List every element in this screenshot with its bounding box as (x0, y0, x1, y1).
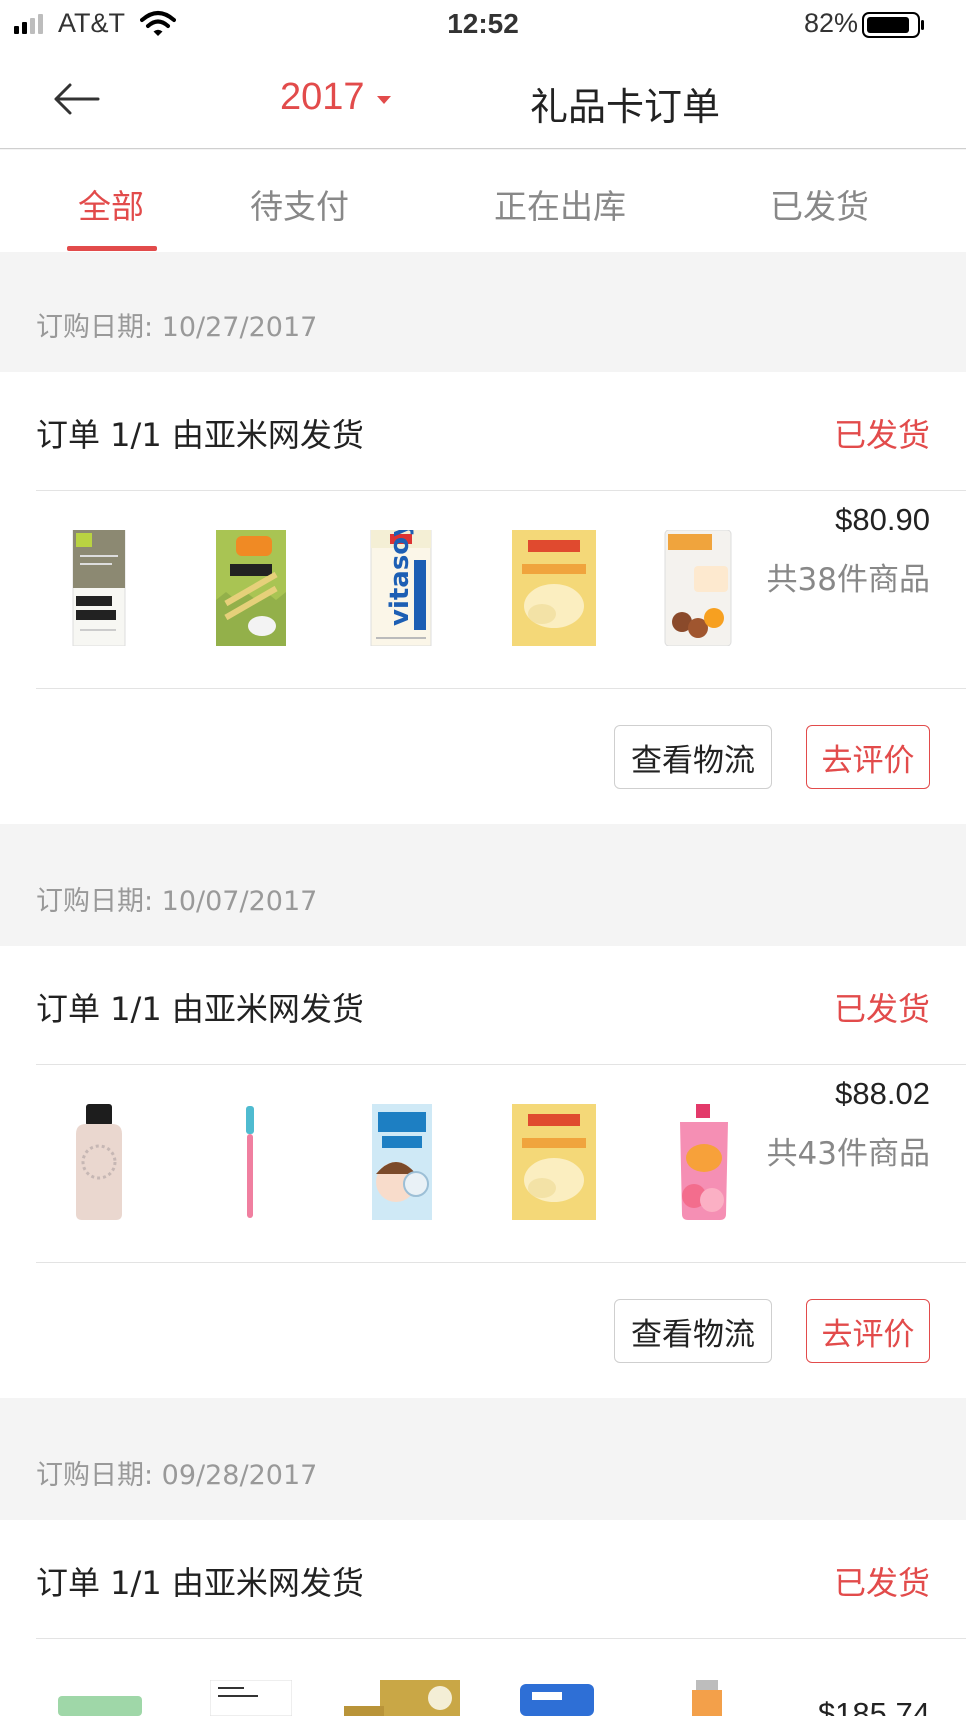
battery-percentage: 82% (803, 8, 858, 38)
order-date-row: 订购日期: 09/28/2017 (0, 1400, 966, 1520)
blue-box-thumbnail[interactable] (520, 1680, 594, 1716)
order-date: 订购日期: 09/28/2017 (36, 1460, 318, 1491)
tab-outbound[interactable]: 正在出库 (494, 180, 626, 228)
status-bar: AT&T 12:52 82% (0, 0, 966, 50)
order-card[interactable]: 订单 1/1 由亚米网发货 已发货 $88.02 共43件商品 查看物流 去评价 (0, 946, 966, 1398)
tab-bar: 全部 待支付 正在出库 已发货 (0, 150, 966, 252)
divider (36, 490, 966, 491)
order-label: 订单 1/1 由亚米网发货 (36, 1564, 364, 1602)
hydra-solution-thumbnail[interactable] (210, 1680, 292, 1716)
year-dropdown[interactable]: 2017 (280, 76, 391, 119)
tab-pending-payment[interactable]: 待支付 (250, 180, 349, 228)
write-review-button[interactable]: 去评价 (806, 1299, 930, 1363)
order-label: 订单 1/1 由亚米网发货 (36, 416, 364, 454)
honey-butter-chip-thumbnail[interactable] (512, 530, 596, 646)
order-status: 已发货 (833, 990, 930, 1028)
chestnut-snack-thumbnail[interactable] (664, 530, 732, 646)
order-date: 订购日期: 10/27/2017 (36, 312, 318, 343)
order-status: 已发货 (833, 1564, 930, 1602)
order-date-row: 订购日期: 10/27/2017 (0, 252, 966, 372)
for-back-soap-thumbnail[interactable] (72, 530, 126, 646)
order-status: 已发货 (833, 416, 930, 454)
back-arrow-icon[interactable] (50, 72, 104, 126)
order-total-price: $185.74 (817, 1696, 930, 1716)
gold-cream-thumbnail[interactable] (344, 1680, 462, 1716)
order-total-price: $80.90 (835, 502, 930, 537)
divider (36, 688, 966, 689)
order-date: 订购日期: 10/07/2017 (36, 886, 318, 917)
order-item-count: 共38件商品 (766, 562, 930, 598)
battery-icon (862, 12, 924, 38)
vitasoy-thumbnail[interactable]: vitasoy (370, 530, 432, 646)
orange-serum-thumbnail[interactable] (688, 1680, 726, 1716)
active-tab-indicator (67, 246, 157, 251)
honey-butter-chip-thumbnail[interactable] (512, 1104, 596, 1220)
tab-all[interactable]: 全部 (78, 180, 144, 228)
order-header: 订单 1/1 由亚米网发货 已发货 (0, 372, 966, 490)
peach-jelly-thumbnail[interactable] (676, 1104, 732, 1220)
order-card[interactable]: 订单 1/1 由亚米网发货 已发货 $185.74 (0, 1520, 966, 1716)
tab-shipped[interactable]: 已发货 (770, 180, 869, 228)
wafer-rolls-thumbnail[interactable] (216, 530, 286, 646)
order-total-price: $88.02 (835, 1076, 930, 1111)
nav-bar: 2017 礼品卡订单 (0, 50, 966, 149)
svg-text:vitasoy: vitasoy (385, 530, 415, 626)
order-card[interactable]: 订单 1/1 由亚米网发货 已发货 vitasoy $80.90 共38件商品 … (0, 372, 966, 824)
order-header: 订单 1/1 由亚米网发货 已发货 (0, 1520, 966, 1638)
nexcare-mask-thumbnail[interactable] (372, 1104, 432, 1220)
toothbrush-thumbnail[interactable] (240, 1104, 260, 1220)
view-logistics-button[interactable]: 查看物流 (614, 1299, 772, 1363)
divider (36, 1638, 966, 1639)
page-title: 礼品卡订单 (530, 85, 721, 129)
green-jar-thumbnail[interactable] (58, 1680, 142, 1716)
caret-down-icon (376, 95, 391, 104)
order-label: 订单 1/1 由亚米网发货 (36, 990, 364, 1028)
order-header: 订单 1/1 由亚米网发货 已发货 (0, 946, 966, 1064)
order-item-count: 共43件商品 (766, 1136, 930, 1172)
divider (36, 1262, 966, 1263)
divider (36, 1064, 966, 1065)
order-date-row: 订购日期: 10/07/2017 (0, 826, 966, 946)
year-value: 2017 (280, 76, 365, 118)
view-logistics-button[interactable]: 查看物流 (614, 725, 772, 789)
lotion-bottle-thumbnail[interactable] (70, 1104, 128, 1220)
write-review-button[interactable]: 去评价 (806, 725, 930, 789)
